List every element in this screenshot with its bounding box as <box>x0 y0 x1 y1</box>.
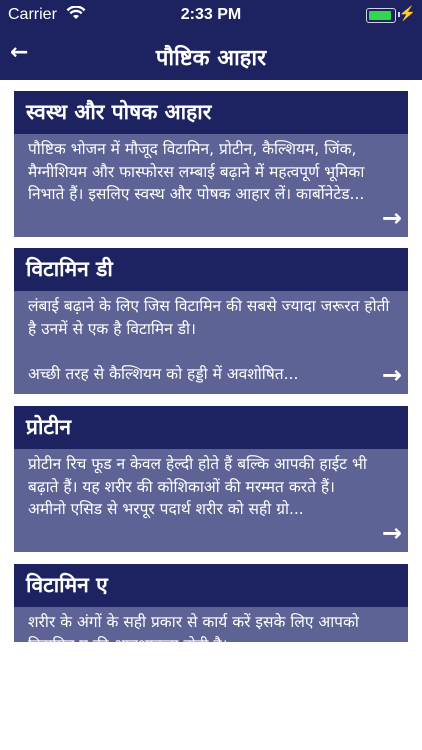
card-text: पौष्टिक भोजन में मौजूद विटामिन, प्रोटीन,… <box>28 140 365 203</box>
card-title: स्वस्थ और पोषक आहार <box>14 91 408 134</box>
navbar: ← पौष्टिक आहार <box>0 30 422 80</box>
card-healthy-diet[interactable]: स्वस्थ और पोषक आहार पौष्टिक भोजन में मौज… <box>14 91 408 237</box>
forward-arrow-icon[interactable]: → <box>382 204 402 232</box>
card-title: विटामिन डी <box>14 248 408 291</box>
battery-icon <box>366 8 396 23</box>
card-text: प्रोटीन रिच फूड न केवल हेल्दी होते हैं ब… <box>28 455 367 518</box>
card-title: विटामिन ए <box>14 564 408 607</box>
card-vitamin-a[interactable]: विटामिन ए शरीर के अंगों के सही प्रकार से… <box>14 564 408 642</box>
bottom-blank-area <box>0 642 422 750</box>
page-title: पौष्टिक आहार <box>155 46 267 71</box>
card-list[interactable]: स्वस्थ और पोषक आहार पौष्टिक भोजन में मौज… <box>0 80 422 642</box>
status-bar: Carrier 2:33 PM ⚡ <box>0 0 422 30</box>
forward-arrow-icon[interactable]: → <box>382 361 402 389</box>
charging-bolt-icon: ⚡ <box>398 5 416 21</box>
forward-arrow-icon[interactable]: → <box>382 519 402 547</box>
clock: 2:33 PM <box>180 6 242 23</box>
card-protein[interactable]: प्रोटीन प्रोटीन रिच फूड न केवल हेल्दी हो… <box>14 406 408 552</box>
card-text: शरीर के अंगों के सही प्रकार से कार्य करे… <box>28 613 359 642</box>
card-title: प्रोटीन <box>14 406 408 449</box>
card-text: लंबाई बढ़ाने के लिए जिस विटामिन की सबसे … <box>28 297 390 383</box>
card-vitamin-d[interactable]: विटामिन डी लंबाई बढ़ाने के लिए जिस विटाम… <box>14 248 408 394</box>
